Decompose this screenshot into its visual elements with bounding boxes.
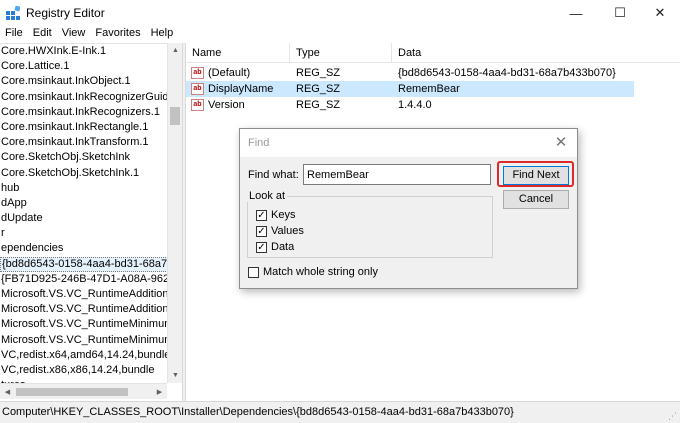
- value-type: REG_SZ: [296, 67, 341, 79]
- tree-item[interactable]: dUpdate: [0, 211, 182, 226]
- find-dialog: Find ✕ Find what: Find Next Cancel Look …: [239, 128, 578, 289]
- checkbox-label: Keys: [271, 209, 296, 221]
- value-row[interactable]: ab (Default) REG_SZ {bd8d6543-0158-4aa4-…: [186, 65, 634, 81]
- value-name: (Default): [208, 67, 251, 79]
- find-next-highlight: [497, 161, 574, 187]
- value-row-selected[interactable]: ab DisplayName REG_SZ RememBear: [186, 81, 634, 97]
- column-header-type[interactable]: Type: [290, 43, 392, 63]
- string-value-icon: ab: [191, 99, 204, 111]
- column-header-data[interactable]: Data: [392, 43, 680, 63]
- value-data: 1.4.4.0: [398, 99, 432, 111]
- tree-item[interactable]: Microsoft.VS.VC_RuntimeMinimumV: [0, 333, 182, 348]
- scroll-thumb[interactable]: [16, 388, 128, 396]
- column-header-name[interactable]: Name: [186, 43, 290, 63]
- tree-item[interactable]: Core.msinkaut.InkRectangle.1: [0, 120, 182, 135]
- tree-item[interactable]: r: [0, 226, 182, 241]
- tree-item[interactable]: Microsoft.VS.VC_RuntimeMinimumV: [0, 317, 182, 332]
- list-header: Name Type Data: [186, 43, 680, 63]
- menu-help[interactable]: Help: [146, 26, 179, 42]
- window-title: Registry Editor: [26, 6, 105, 20]
- menu-file[interactable]: File: [0, 26, 28, 42]
- menu-edit[interactable]: Edit: [28, 26, 57, 42]
- tree-item[interactable]: Core.msinkaut.InkRecognizers.1: [0, 105, 182, 120]
- scroll-right-arrow-icon[interactable]: ▶: [152, 384, 167, 399]
- value-name: DisplayName: [208, 83, 274, 95]
- tree-item[interactable]: Core.msinkaut.InkRecognizerGuide.1: [0, 90, 182, 105]
- checkbox-checked-icon[interactable]: ✓: [256, 241, 267, 253]
- value-type: REG_SZ: [296, 83, 341, 95]
- look-at-label: Look at: [247, 190, 288, 202]
- find-what-label: Find what:: [248, 169, 299, 181]
- tree-item[interactable]: Microsoft.VS.VC_RuntimeAdditionalV: [0, 287, 182, 302]
- keys-checkbox[interactable]: ✓ Keys: [256, 208, 295, 222]
- tree-item[interactable]: ependencies: [0, 241, 182, 256]
- string-value-icon: ab: [191, 67, 204, 79]
- tree-item[interactable]: dApp: [0, 196, 182, 211]
- value-data: RememBear: [398, 83, 460, 95]
- tree-item[interactable]: Core.SketchObj.SketchInk.1: [0, 166, 182, 181]
- find-what-input[interactable]: [303, 164, 491, 185]
- value-type: REG_SZ: [296, 99, 341, 111]
- tree-item[interactable]: Core.SketchObj.SketchInk: [0, 150, 182, 165]
- tree-item[interactable]: VC,redist.x64,amd64,14.24,bundle: [0, 348, 182, 363]
- resize-grip-icon[interactable]: ⋰: [668, 411, 678, 421]
- minimize-button[interactable]: —: [556, 0, 596, 26]
- scroll-up-arrow-icon[interactable]: ▲: [168, 43, 183, 58]
- tree-item[interactable]: Core.Lattice.1: [0, 59, 182, 74]
- checkbox-unchecked-icon[interactable]: [248, 266, 259, 278]
- scroll-thumb[interactable]: [170, 107, 180, 125]
- tree-item[interactable]: VC,redist.x86,x86,14.24,bundle: [0, 363, 182, 378]
- tree-item[interactable]: Core.msinkaut.InkObject.1: [0, 74, 182, 89]
- close-button[interactable]: ✕: [640, 0, 680, 26]
- tree-item[interactable]: Core.msinkaut.InkTransform.1: [0, 135, 182, 150]
- value-data: {bd8d6543-0158-4aa4-bd31-68a7b433b070}: [398, 67, 616, 79]
- string-value-icon: ab: [191, 83, 204, 95]
- cancel-button[interactable]: Cancel: [503, 190, 569, 209]
- data-checkbox[interactable]: ✓ Data: [256, 240, 294, 254]
- tree-vertical-scrollbar[interactable]: ▲ ▼: [167, 43, 182, 383]
- close-icon[interactable]: ✕: [552, 134, 570, 152]
- find-dialog-titlebar: Find ✕: [240, 129, 577, 157]
- checkbox-checked-icon[interactable]: ✓: [256, 225, 267, 237]
- tree-item[interactable]: Core.HWXInk.E-Ink.1: [0, 44, 182, 59]
- match-whole-string-checkbox[interactable]: Match whole string only: [248, 265, 378, 279]
- status-path: Computer\HKEY_CLASSES_ROOT\Installer\Dep…: [2, 406, 514, 418]
- values-checkbox[interactable]: ✓ Values: [256, 224, 304, 238]
- checkbox-checked-icon[interactable]: ✓: [256, 209, 267, 221]
- registry-editor-icon: [6, 6, 20, 20]
- maximize-button[interactable]: ☐: [600, 0, 640, 26]
- scroll-left-arrow-icon[interactable]: ◀: [0, 384, 15, 399]
- checkbox-label: Data: [271, 241, 295, 253]
- value-row[interactable]: ab Version REG_SZ 1.4.4.0: [186, 97, 634, 113]
- menu-view[interactable]: View: [57, 26, 91, 42]
- checkbox-label: Match whole string only: [263, 266, 378, 278]
- menu-favorites[interactable]: Favorites: [90, 26, 145, 42]
- tree-item-selected[interactable]: {bd8d6543-0158-4aa4-bd31-68a7b43: [0, 256, 182, 272]
- status-bar: Computer\HKEY_CLASSES_ROOT\Installer\Dep…: [0, 401, 680, 423]
- checkbox-label: Values: [271, 225, 304, 237]
- scroll-down-arrow-icon[interactable]: ▼: [168, 368, 183, 383]
- value-name: Version: [208, 99, 245, 111]
- tree-horizontal-scrollbar[interactable]: ◀ ▶: [0, 383, 167, 399]
- tree-item[interactable]: hub: [0, 181, 182, 196]
- title-bar: Registry Editor — ☐ ✕: [0, 0, 680, 26]
- registry-tree: Core.HWXInk.E-Ink.1 Core.Lattice.1 Core.…: [0, 43, 182, 401]
- menu-bar: File Edit View Favorites Help: [0, 26, 680, 42]
- tree-item[interactable]: Microsoft.VS.VC_RuntimeAdditionalV: [0, 302, 182, 317]
- find-dialog-title: Find: [248, 137, 270, 149]
- tree-item[interactable]: {FB71D925-246B-47D1-A08A-96255A: [0, 272, 182, 287]
